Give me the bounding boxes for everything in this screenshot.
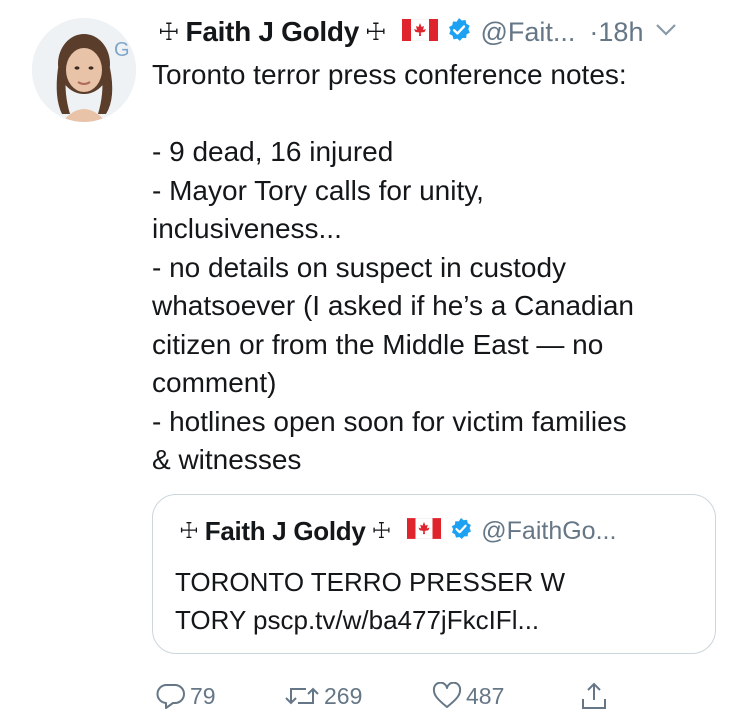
cross-symbol-right: ☩ bbox=[371, 518, 392, 543]
user-handle[interactable]: @Fait... bbox=[480, 17, 575, 48]
reply-count: 79 bbox=[190, 682, 216, 709]
display-name[interactable]: Faith J Goldy bbox=[186, 16, 360, 48]
like-button[interactable]: 487 bbox=[428, 682, 576, 710]
retweet-count: 269 bbox=[324, 682, 363, 709]
tweet-text: Toronto terror press conference notes: -… bbox=[152, 59, 634, 475]
chevron-down-icon[interactable] bbox=[655, 23, 677, 42]
canada-flag-icon bbox=[402, 18, 439, 46]
verified-badge-icon bbox=[449, 517, 473, 546]
quoted-user-handle: @FaithGo... bbox=[481, 516, 617, 545]
cross-symbol-left: ☩ bbox=[179, 518, 199, 543]
share-button[interactable] bbox=[576, 681, 608, 711]
tweet-actions: 79 269 487 bbox=[152, 676, 608, 716]
retweet-button[interactable]: 269 bbox=[280, 683, 428, 710]
quoted-tweet[interactable]: ☩ Faith J Goldy ☩ @FaithGo... TORONTO TE… bbox=[152, 494, 716, 654]
svg-text:G: G bbox=[114, 39, 130, 61]
quoted-tweet-text: TORONTO TERRO PRESSER W TORY pscp.tv/w/b… bbox=[175, 567, 566, 635]
time-value: 18h bbox=[598, 16, 644, 47]
reply-icon bbox=[156, 682, 186, 710]
like-count: 487 bbox=[466, 682, 505, 709]
reply-button[interactable]: 79 bbox=[152, 682, 280, 710]
cross-symbol-right: ☩ bbox=[364, 18, 387, 46]
share-icon bbox=[580, 681, 608, 711]
tweet-header: ☩ Faith J Goldy ☩ @Fait... ·18h bbox=[152, 10, 726, 54]
avatar-image: G bbox=[32, 18, 136, 122]
quoted-display-name: Faith J Goldy bbox=[204, 515, 366, 546]
retweet-icon bbox=[284, 683, 320, 709]
timestamp[interactable]: ·18h bbox=[589, 17, 643, 48]
like-icon bbox=[432, 682, 462, 710]
avatar[interactable]: G bbox=[32, 18, 136, 122]
quoted-tweet-header: ☩ Faith J Goldy ☩ @FaithGo... bbox=[173, 511, 616, 551]
cross-symbol-left: ☩ bbox=[158, 18, 180, 46]
canada-flag-icon bbox=[407, 517, 442, 544]
verified-badge-icon bbox=[446, 17, 472, 48]
